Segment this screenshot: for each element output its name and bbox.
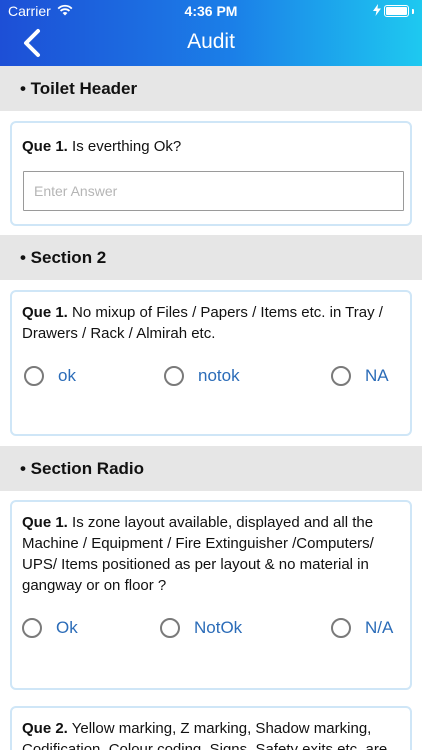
radio-button[interactable] <box>331 366 351 386</box>
question-body: No mixup of Files / Papers / Items etc. … <box>22 304 383 342</box>
section-header-section-2: • Section 2 <box>0 235 422 280</box>
question-number: Que 1. <box>22 138 68 155</box>
radio-option-notok[interactable]: NotOk <box>160 614 242 642</box>
question-number: Que 2. <box>22 720 68 737</box>
status-bar: Carrier 4:36 PM <box>0 0 422 22</box>
status-left: Carrier <box>8 3 73 19</box>
radio-group: Ok NotOk N/A <box>12 614 414 642</box>
question-text: Que 2. Yellow marking, Z marking, Shadow… <box>22 718 396 750</box>
question-card: Que 2. Yellow marking, Z marking, Shadow… <box>10 706 412 750</box>
radio-label: ok <box>58 366 76 385</box>
radio-label: NA <box>365 366 389 385</box>
section-header-section-radio: • Section Radio <box>0 446 422 491</box>
question-card: Que 1. No mixup of Files / Papers / Item… <box>10 290 412 436</box>
radio-option-notok[interactable]: notok <box>164 362 240 390</box>
question-body: Yellow marking, Z marking, Shadow markin… <box>22 720 388 750</box>
radio-label: NotOk <box>194 618 243 637</box>
question-number: Que 1. <box>22 304 68 321</box>
battery-indicator <box>373 3 414 19</box>
question-text: Que 1. No mixup of Files / Papers / Item… <box>22 302 396 344</box>
radio-group: ok notok NA <box>12 362 414 390</box>
answer-input[interactable] <box>23 171 404 211</box>
radio-option-ok[interactable]: Ok <box>22 614 78 642</box>
question-text: Que 1. Is everthing Ok? <box>22 136 396 157</box>
radio-button[interactable] <box>24 366 44 386</box>
wifi-icon <box>57 3 73 19</box>
radio-label: notok <box>198 366 240 385</box>
question-number: Que 1. <box>22 514 68 531</box>
radio-option-na[interactable]: NA <box>331 362 389 390</box>
radio-button[interactable] <box>160 618 180 638</box>
section-header-toilet: • Toilet Header <box>0 66 422 111</box>
radio-button[interactable] <box>22 618 42 638</box>
question-card: Que 1. Is everthing Ok? <box>10 121 412 226</box>
question-card: Que 1. Is zone layout available, display… <box>10 500 412 690</box>
radio-button[interactable] <box>331 618 351 638</box>
carrier-label: Carrier <box>8 3 51 19</box>
charging-icon <box>373 3 381 19</box>
radio-label: Ok <box>56 618 78 637</box>
page-title: Audit <box>187 30 235 53</box>
radio-option-ok[interactable]: ok <box>24 362 76 390</box>
radio-label: N/A <box>365 618 394 637</box>
question-text: Que 1. Is zone layout available, display… <box>22 512 396 596</box>
question-body: Is everthing Ok? <box>67 138 182 155</box>
radio-option-na[interactable]: N/A <box>331 614 393 642</box>
battery-icon <box>384 5 409 17</box>
question-body: Is zone layout available, displayed and … <box>22 514 374 594</box>
radio-button[interactable] <box>164 366 184 386</box>
